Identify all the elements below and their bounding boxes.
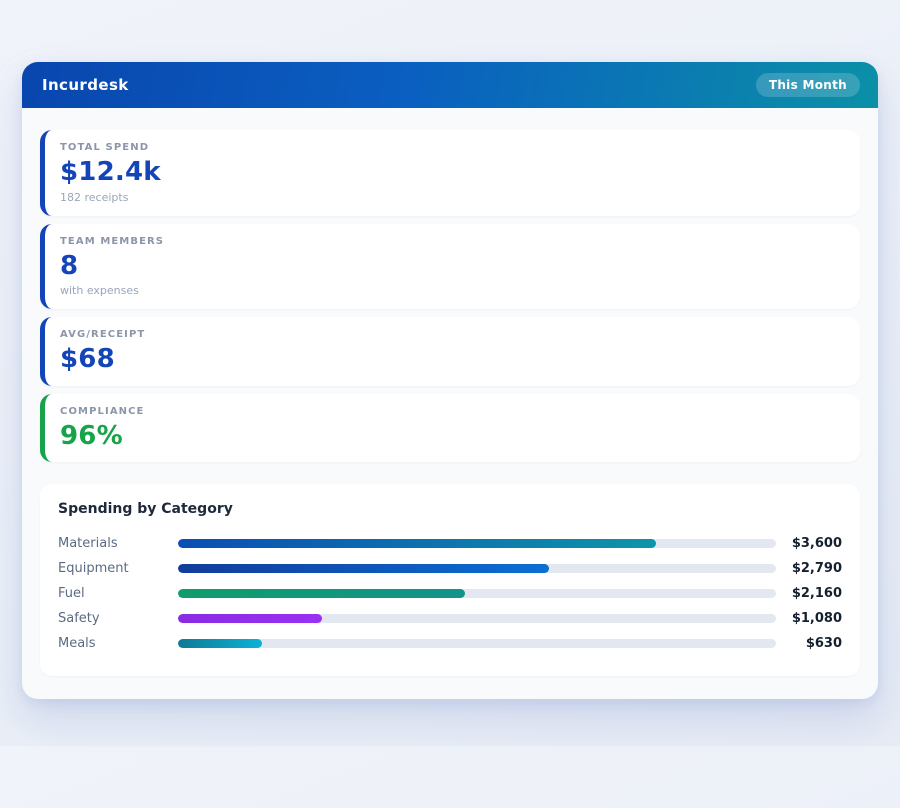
stat-card-compliance: COMPLIANCE 96% [40,393,860,463]
bar-track [178,539,776,549]
category-label: Meals [58,636,96,652]
bar-fill [178,614,322,624]
stat-value: 96% [60,420,123,451]
chart-row: Safety $1,080 [58,606,842,631]
value-label: $3,600 [791,536,842,552]
value-label: $2,160 [791,586,842,602]
stat-label: TOTAL SPEND [60,142,150,153]
chart-rows: Materials $3,600 Equipment $2,790 Fuel $2,160… [58,531,842,656]
header-bar: Incurdesk This Month [22,62,878,108]
chart-row: Meals $630 [58,631,842,656]
value-label: $630 [805,636,842,652]
bar-track [178,589,776,599]
spending-by-category-chart: Spending by Category Materials $3,600 Equi… [40,484,860,677]
stat-subtext: with expenses [60,284,139,298]
period-badge[interactable]: This Month [755,73,860,97]
dashboard-card: Incurdesk This Month TOTAL SPEND $12.4k … [22,62,878,700]
stat-card-total-spend: TOTAL SPEND $12.4k 182 receipts [40,130,860,216]
stat-value: $12.4k [60,157,161,187]
dashboard-body: TOTAL SPEND $12.4k 182 receipts TEAM MEM… [22,108,878,699]
stat-label: COMPLIANCE [60,405,145,417]
bar-fill [178,564,549,574]
stat-value: 8 [60,250,79,281]
category-label: Safety [58,611,100,627]
stat-label: AVG/RECEIPT [60,329,146,341]
bar-track [178,564,776,574]
value-label: $2,790 [791,561,842,577]
category-label: Equipment [58,561,129,577]
chart-row: Materials $3,600 [58,531,842,556]
stat-label: TEAM MEMBERS [60,235,165,247]
value-label: $1,080 [791,611,842,627]
bar-fill [178,539,657,549]
chart-title: Spending by Category [58,501,233,518]
chart-row: Equipment $2,790 [58,556,842,581]
stat-card-avg-receipt: AVG/RECEIPT $68 [40,317,860,386]
bar-track [178,614,776,624]
category-label: Materials [58,536,118,552]
chart-row: Fuel $2,160 [58,581,842,606]
category-label: Fuel [58,586,85,602]
stat-value: $68 [60,344,115,375]
stat-card-team-members: TEAM MEMBERS 8 with expenses [40,223,860,310]
bar-fill [178,639,262,649]
app-title: Incurdesk [42,76,129,94]
bar-fill [178,589,466,599]
stat-subtext: 182 receipts [60,190,129,204]
bar-track [178,639,776,649]
